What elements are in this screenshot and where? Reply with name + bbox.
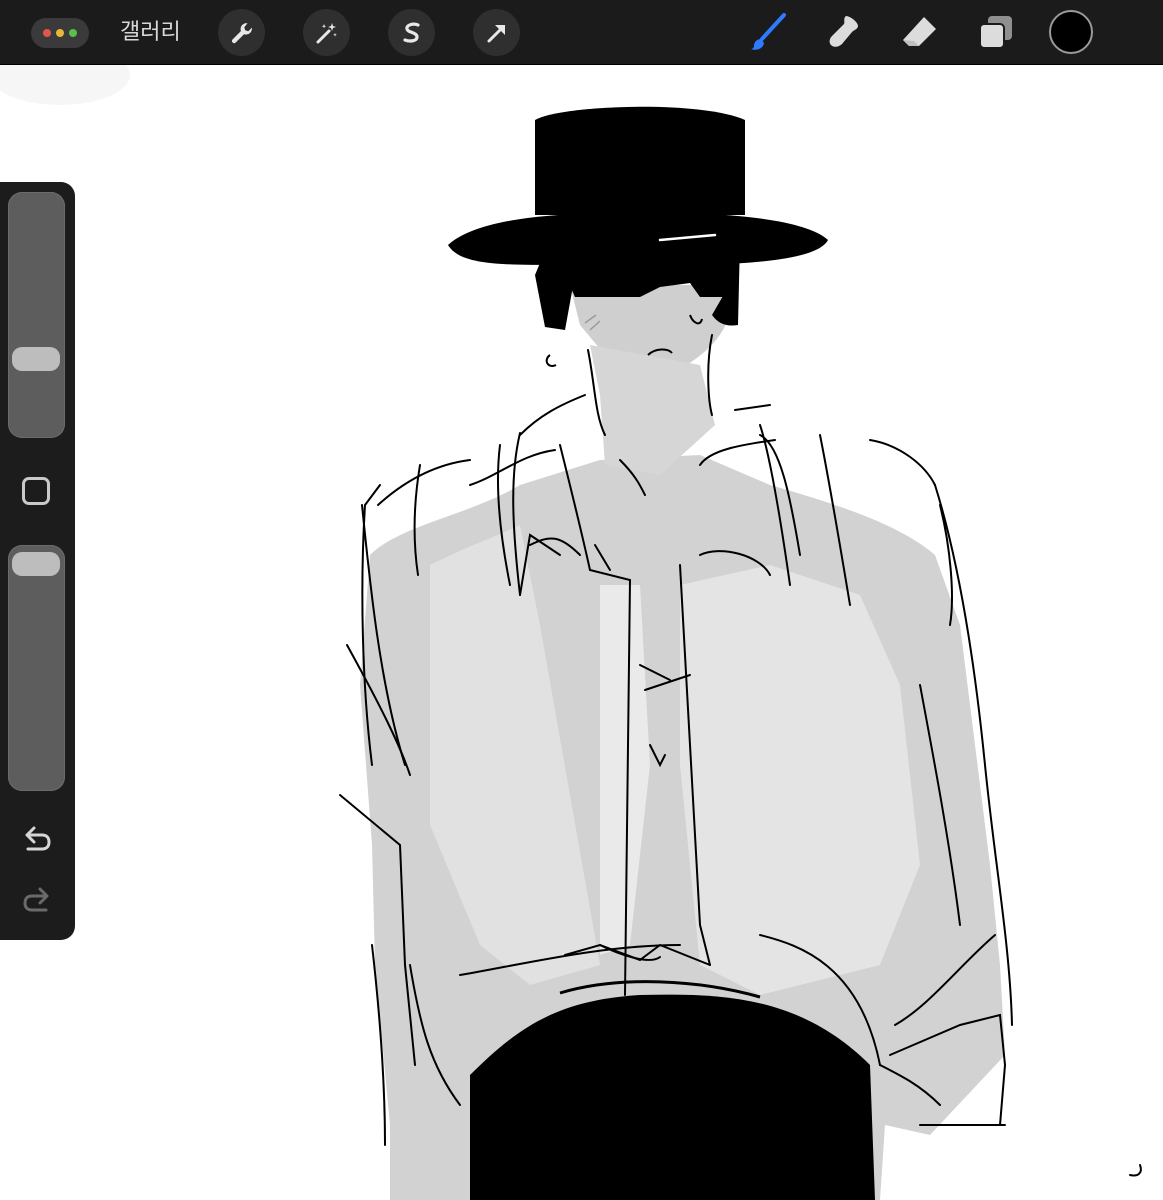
eraser-tool-button[interactable] — [900, 12, 940, 52]
smudge-tool-button[interactable] — [824, 12, 864, 52]
redo-icon[interactable] — [20, 885, 54, 919]
selection-button[interactable] — [388, 9, 435, 56]
side-panel — [0, 182, 75, 940]
layers-button[interactable] — [976, 12, 1016, 52]
smudge-icon — [829, 16, 858, 47]
gallery-button[interactable]: 갤러리 — [120, 18, 181, 48]
multitasking-dots-button[interactable] — [31, 18, 89, 48]
brush-tool-button[interactable] — [748, 12, 788, 52]
layers-icon — [979, 16, 1012, 49]
wrench-icon — [231, 22, 252, 43]
transform-arrow-icon — [487, 24, 505, 42]
green-dot-icon — [69, 29, 77, 37]
brush-icon — [751, 13, 786, 50]
undo-icon[interactable] — [20, 824, 54, 858]
artwork-sketch — [0, 65, 1142, 1200]
yellow-dot-icon — [56, 29, 64, 37]
opacity-slider[interactable] — [8, 545, 65, 791]
red-dot-icon — [43, 29, 51, 37]
actions-button[interactable] — [218, 9, 265, 56]
adjustments-button[interactable] — [303, 9, 350, 56]
opacity-slider-thumb[interactable] — [12, 552, 60, 576]
drawing-canvas[interactable] — [0, 65, 1163, 1200]
brush-size-slider[interactable] — [8, 192, 65, 438]
color-picker-button[interactable] — [1049, 10, 1093, 54]
magic-wand-icon — [316, 22, 337, 43]
eraser-icon — [903, 17, 936, 46]
selection-s-icon — [402, 22, 420, 43]
transform-button[interactable] — [473, 9, 520, 56]
brush-size-slider-thumb[interactable] — [12, 347, 60, 371]
top-toolbar: 갤러리 — [0, 0, 1163, 65]
modify-button-square-icon[interactable] — [22, 477, 50, 505]
